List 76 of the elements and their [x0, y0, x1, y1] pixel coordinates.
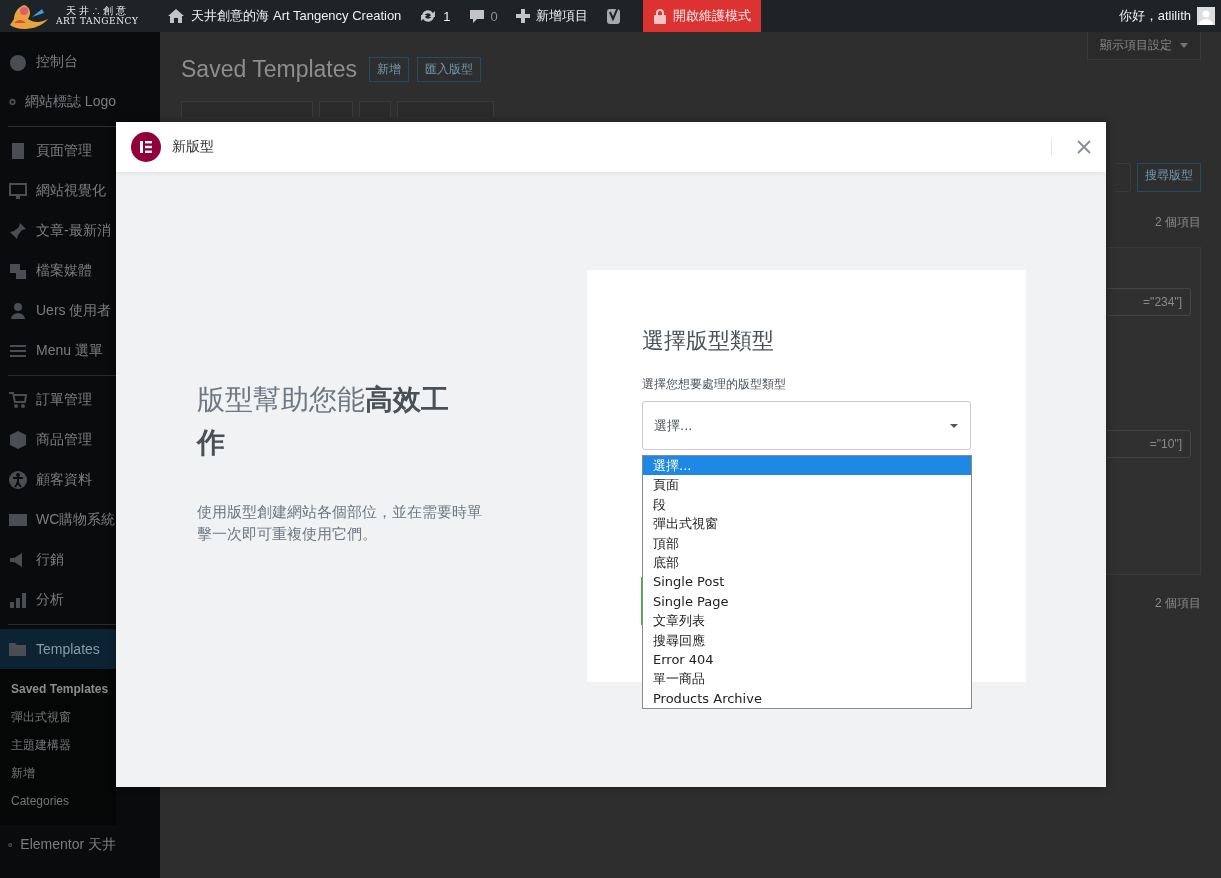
sidebar-link[interactable]: 行銷: [36, 551, 64, 569]
dropdown-option[interactable]: 段: [643, 494, 971, 515]
new-item-link[interactable]: 新增項目: [535, 7, 588, 25]
caret-icon: [1180, 43, 1188, 48]
avatar-icon[interactable]: [1197, 7, 1215, 25]
submenu-link[interactable]: 新增: [11, 759, 35, 787]
elementor-logo-icon: [131, 132, 161, 162]
page-title: Saved Templates: [181, 56, 357, 83]
search-button[interactable]: 搜尋版型: [1137, 163, 1201, 192]
comment-count[interactable]: 0: [490, 8, 498, 24]
site-name-link[interactable]: 天井創意的海 Art Tangency Creation: [191, 7, 402, 25]
sidebar-link[interactable]: 商品管理: [36, 431, 92, 449]
dropdown-option[interactable]: 搜尋回應: [643, 630, 971, 650]
sidebar-link[interactable]: 控制台: [36, 53, 78, 71]
dropdown-option[interactable]: 底部: [643, 552, 971, 573]
sidebar-link[interactable]: Menu 選單: [36, 342, 103, 360]
screen-options-button[interactable]: 顯示項目設定: [1087, 32, 1201, 60]
sidebar-link[interactable]: 顧客資料: [36, 471, 92, 489]
dropdown-option[interactable]: 文章列表: [643, 611, 971, 631]
sidebar-link[interactable]: Elementor 天井: [20, 836, 116, 854]
dropdown-option[interactable]: 彈出式視窗: [643, 514, 971, 534]
sidebar-item-highlight[interactable]: Templates: [0, 629, 116, 669]
submenu-link[interactable]: Categories: [11, 787, 70, 815]
sidebar-link[interactable]: 文章-最新消: [36, 222, 111, 240]
dropdown-option[interactable]: Products Archive: [643, 688, 971, 709]
logo-text: 天井∴創意: [65, 6, 129, 17]
sidebar-link[interactable]: Templates: [36, 641, 100, 657]
refresh-icon[interactable]: [419, 8, 438, 24]
submenu-link[interactable]: 彈出式視窗: [11, 703, 71, 731]
monitor-icon[interactable]: [8, 181, 28, 201]
cart-icon[interactable]: [8, 390, 28, 410]
sidebar-link[interactable]: 頁面管理: [36, 142, 92, 160]
greeting-link[interactable]: 你好，atlilith: [1118, 7, 1191, 25]
sidebar-link[interactable]: 檔案媒體: [36, 262, 92, 280]
update-count[interactable]: 1: [443, 8, 451, 24]
intro-heading: 版型幫助您能高效工作: [197, 382, 450, 462]
bar-chart-icon[interactable]: [8, 590, 28, 610]
item-count: 2 個項目: [1155, 215, 1201, 229]
submenu-link[interactable]: Saved Templates: [11, 675, 109, 703]
dropdown-option[interactable]: Error 404: [643, 649, 971, 670]
caret-icon: [949, 422, 959, 429]
form-title: 選擇版型類型: [642, 327, 775, 355]
dropdown-option[interactable]: 選擇...: [643, 456, 971, 476]
person-icon[interactable]: [8, 470, 28, 490]
sidebar-link[interactable]: 網站標誌 Logo: [24, 93, 116, 111]
close-icon[interactable]: [1077, 140, 1091, 154]
dropdown-option[interactable]: 頁面: [643, 475, 971, 495]
item-count: 2 個項目: [1155, 596, 1201, 610]
dropdown-option[interactable]: Single Page: [643, 591, 971, 612]
sidebar-link[interactable]: Uers 使用者: [36, 302, 112, 320]
sidebar-link[interactable]: 分析: [36, 591, 64, 609]
shortcode-field[interactable]: ="234"]: [1107, 288, 1191, 316]
media-icon[interactable]: [8, 261, 28, 281]
dropdown-option[interactable]: Single Post: [643, 572, 971, 592]
sidebar-link[interactable]: 訂單管理: [36, 391, 92, 409]
logo-subtext: ART TANGENCY: [56, 16, 139, 26]
seo-plugin-icon[interactable]: [605, 6, 622, 26]
sidebar-link[interactable]: 網站視覺化: [36, 182, 106, 200]
dashboard-icon[interactable]: [8, 52, 28, 72]
sidebar-link[interactable]: WC購物系統: [36, 511, 116, 529]
comment-icon[interactable]: [468, 8, 485, 24]
user-icon[interactable]: [8, 301, 28, 321]
plus-icon[interactable]: [515, 9, 530, 23]
header-button[interactable]: 匯入版型: [417, 57, 481, 82]
lock-icon[interactable]: [652, 8, 667, 24]
template-type-select[interactable]: 選擇...: [642, 401, 971, 450]
intro-text: 使用版型創建網站各個部位，並在需要時單擊一次即可重複使用它們。: [197, 502, 483, 545]
cube-icon[interactable]: [8, 430, 28, 450]
shortcode-field[interactable]: ="10"]: [1107, 430, 1191, 458]
field-label: 選擇您想要處理的版型類型: [642, 376, 787, 393]
dropdown-option[interactable]: 單一商品: [643, 669, 971, 689]
header-button[interactable]: 新增: [369, 57, 409, 82]
submenu-link[interactable]: 主題建構器: [11, 731, 71, 759]
modal-title: 新版型: [172, 138, 214, 156]
home-icon[interactable]: [167, 8, 186, 24]
dropdown-option[interactable]: 頂部: [643, 533, 971, 553]
